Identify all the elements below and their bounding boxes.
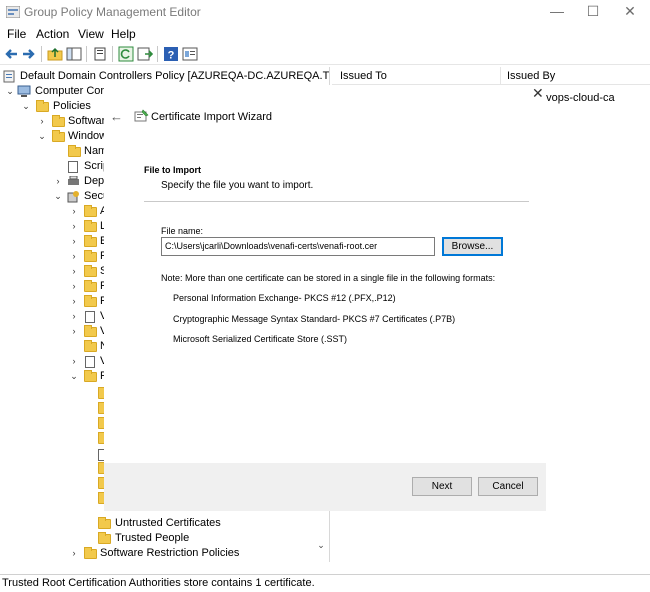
dialog-close-icon[interactable]: ✕ (532, 85, 544, 102)
chevron-right-icon[interactable]: › (37, 114, 47, 129)
menu-view[interactable]: View (78, 27, 104, 41)
tree-label: Untrusted Certificates (115, 517, 221, 529)
folder-icon (98, 517, 111, 529)
chevron-right-icon[interactable]: › (69, 279, 79, 294)
folder-icon (84, 370, 97, 382)
folder-icon (84, 340, 97, 352)
chevron-right-icon[interactable]: › (69, 204, 79, 219)
refresh-icon[interactable] (118, 46, 134, 62)
chevron-right-icon[interactable]: › (69, 546, 79, 561)
menu-file[interactable]: File (7, 27, 26, 41)
format-item: Cryptographic Message Syntax Standard- P… (173, 314, 456, 324)
close-window-button[interactable]: ✕ (610, 0, 650, 25)
gpo-app-icon (6, 6, 20, 18)
policy-document-icon (3, 70, 15, 83)
chevron-right-icon[interactable]: › (69, 324, 79, 339)
title-bar: Group Policy Management Editor — ☐ ✕ (0, 0, 650, 25)
chevron-right-icon[interactable]: › (69, 264, 79, 279)
window-title: Group Policy Management Editor (24, 5, 201, 19)
browse-button[interactable]: Browse... (442, 237, 503, 256)
folder-icon (84, 235, 97, 247)
svg-text:?: ? (168, 50, 175, 62)
folder-icon (84, 205, 97, 217)
tree-label: Computer Cor (35, 85, 105, 97)
chevron-right-icon[interactable]: › (69, 294, 79, 309)
minimize-button[interactable]: — (537, 0, 577, 25)
menu-bar: File Action View Help (0, 25, 650, 43)
format-item: Microsoft Serialized Certificate Store (… (173, 334, 348, 344)
scroll-down-arrow-icon[interactable]: ⌄ (314, 540, 328, 562)
status-bar: Trusted Root Certification Authorities s… (0, 574, 650, 592)
folder-icon (52, 115, 65, 127)
back-arrow-icon[interactable]: ← (110, 109, 123, 124)
menu-help[interactable]: Help (111, 27, 136, 41)
security-icon (67, 191, 79, 203)
tree-label: Default Domain Controllers Policy [AZURE… (20, 70, 330, 82)
toolbar: ? (0, 43, 650, 65)
wizard-title: Certificate Import Wizard (151, 111, 273, 123)
cancel-button[interactable]: Cancel (478, 477, 538, 496)
formats-note: Note: More than one certificate can be s… (161, 273, 496, 283)
certificate-issued-by-cell[interactable]: evops-cloud-ca (540, 92, 615, 104)
chevron-right-icon[interactable]: › (69, 234, 79, 249)
folder-icon (84, 250, 97, 262)
tree-label: Software Restriction Policies (100, 547, 240, 559)
printer-icon (68, 176, 79, 185)
back-arrow-icon[interactable] (3, 46, 19, 62)
section-description: Specify the file you want to import. (161, 180, 314, 191)
folder-icon (68, 145, 81, 157)
folder-icon (84, 220, 97, 232)
maximize-button[interactable]: ☐ (573, 0, 613, 25)
section-title: File to Import (144, 165, 201, 175)
folder-icon (84, 547, 97, 559)
wizard-footer: Next Cancel (104, 463, 546, 511)
certificate-wizard-icon (134, 109, 149, 122)
forward-arrow-icon[interactable] (21, 46, 37, 62)
tree-label: Trusted People (115, 532, 190, 544)
next-button[interactable]: Next (412, 477, 472, 496)
chevron-down-icon[interactable]: ⌄ (5, 84, 15, 99)
show-tree-icon[interactable] (66, 46, 82, 62)
menu-action[interactable]: Action (36, 27, 69, 41)
folder-icon (52, 130, 65, 142)
tree-label: Policies (53, 100, 91, 112)
chevron-right-icon[interactable]: › (69, 219, 79, 234)
section-divider (144, 201, 529, 202)
folder-icon (84, 265, 97, 277)
chevron-right-icon[interactable]: › (69, 354, 79, 369)
tree-label: Window (68, 130, 108, 142)
copy-icon[interactable] (92, 46, 108, 62)
properties-icon[interactable] (182, 46, 198, 62)
format-item: Personal Information Exchange- PKCS #12 … (173, 293, 396, 303)
wireless-policy-icon (85, 356, 95, 368)
up-folder-icon[interactable] (47, 46, 63, 62)
chevron-right-icon[interactable]: › (53, 174, 63, 189)
certificate-import-wizard: ✕ ← Certificate Import Wizard File to Im… (104, 85, 546, 511)
file-name-label: File name: (161, 226, 204, 236)
help-icon[interactable]: ? (163, 46, 179, 62)
column-header-issued-by[interactable]: Issued By (500, 67, 650, 85)
chevron-down-icon[interactable]: ⌄ (21, 99, 31, 114)
chevron-right-icon[interactable]: › (69, 249, 79, 264)
folder-icon (84, 325, 97, 337)
computer-icon (17, 85, 31, 97)
column-header-issued-to[interactable]: Issued To (332, 67, 500, 85)
folder-icon (84, 280, 97, 292)
chevron-down-icon[interactable]: ⌄ (69, 369, 79, 384)
chevron-right-icon[interactable]: › (69, 309, 79, 324)
folder-icon (98, 532, 111, 544)
folder-icon (36, 100, 49, 112)
script-icon (68, 161, 78, 173)
chevron-down-icon[interactable]: ⌄ (37, 129, 47, 144)
file-name-input[interactable]: C:\Users\jcarli\Downloads\venafi-certs\v… (161, 237, 435, 256)
network-policy-icon (85, 311, 95, 323)
chevron-down-icon[interactable]: ⌄ (53, 189, 63, 204)
export-list-icon[interactable] (137, 46, 153, 62)
folder-icon (84, 295, 97, 307)
